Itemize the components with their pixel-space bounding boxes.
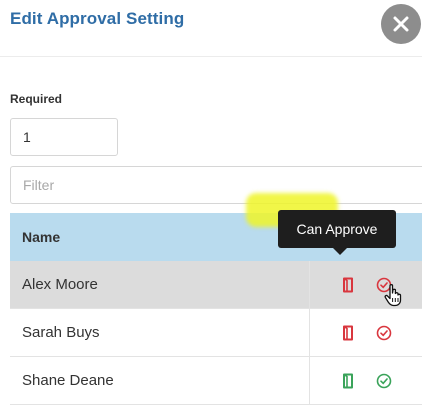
row-actions bbox=[310, 325, 422, 341]
required-label: Required bbox=[10, 92, 63, 106]
dialog-title: Edit Approval Setting bbox=[10, 9, 185, 28]
table-row[interactable]: Alex Moore bbox=[10, 261, 422, 309]
table-row[interactable]: Sarah Buys bbox=[10, 309, 422, 357]
row-actions bbox=[310, 373, 422, 389]
can-approve-toggle[interactable] bbox=[376, 325, 392, 341]
tooltip: Can Approve bbox=[278, 210, 396, 248]
table-row[interactable]: Shane Deane bbox=[10, 357, 422, 405]
close-icon bbox=[393, 16, 409, 32]
can-approve-toggle[interactable] bbox=[376, 373, 392, 389]
filter-input[interactable] bbox=[10, 166, 422, 204]
check-circle-icon bbox=[376, 325, 392, 340]
row-name: Sarah Buys bbox=[10, 309, 310, 356]
check-circle-icon bbox=[376, 373, 392, 388]
document-icon bbox=[343, 373, 353, 388]
remove-button[interactable] bbox=[340, 277, 356, 293]
tooltip-text: Can Approve bbox=[296, 221, 378, 237]
header-divider bbox=[0, 56, 422, 57]
row-name: Shane Deane bbox=[10, 357, 310, 404]
row-actions bbox=[310, 277, 422, 293]
hand-cursor-icon bbox=[384, 284, 402, 307]
remove-button[interactable] bbox=[340, 373, 356, 389]
document-icon bbox=[343, 325, 353, 340]
required-input[interactable] bbox=[10, 118, 118, 156]
column-header-name: Name bbox=[22, 229, 61, 245]
remove-button[interactable] bbox=[340, 325, 356, 341]
document-icon bbox=[343, 277, 353, 292]
row-name: Alex Moore bbox=[10, 261, 310, 308]
close-button[interactable] bbox=[381, 4, 421, 44]
tooltip-arrow bbox=[333, 248, 347, 255]
